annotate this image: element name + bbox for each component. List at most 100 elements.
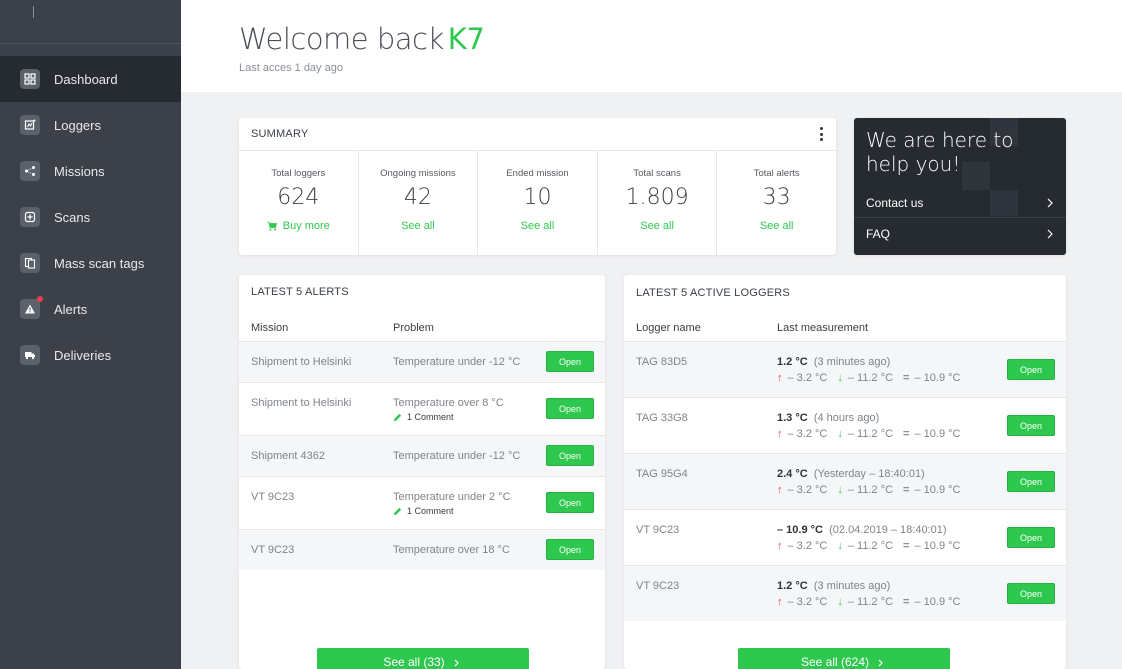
contact-us-link[interactable]: Contact us bbox=[866, 196, 1054, 210]
sidebar-item-dashboard[interactable]: Dashboard bbox=[0, 56, 181, 102]
open-button[interactable]: Open bbox=[1007, 415, 1055, 436]
sidebar-item-loggers[interactable]: Loggers bbox=[0, 102, 181, 148]
table-row: VT 9C23 Temperature over 18 °C Open bbox=[239, 529, 605, 570]
last-access-text: Last acces 1 day ago bbox=[239, 62, 343, 74]
see-all-alerts-button[interactable]: See all (33) bbox=[317, 648, 529, 669]
see-all-link[interactable]: See all bbox=[521, 220, 555, 232]
chevron-right-icon bbox=[1047, 229, 1053, 239]
notification-dot bbox=[37, 296, 43, 302]
see-all-link[interactable]: See all bbox=[401, 220, 435, 232]
table-row: TAG 33G8 1.3 °C (4 hours ago) ↑ – 3.2 °C … bbox=[624, 397, 1066, 453]
stat-value: 33 bbox=[762, 185, 791, 210]
pencil-icon bbox=[393, 413, 402, 421]
logo-mark bbox=[33, 6, 34, 18]
mission-cell: VT 9C23 bbox=[251, 544, 295, 556]
truck-icon bbox=[20, 345, 40, 365]
column-header-last-measurement: Last measurement bbox=[777, 322, 869, 334]
avg-temp: – 10.9 °C bbox=[914, 372, 961, 384]
open-button[interactable]: Open bbox=[546, 492, 594, 513]
sidebar-nav: Dashboard Loggers Missions Scans Mass sc… bbox=[0, 56, 181, 378]
current-temperature: 1.2 °C (3 minutes ago) bbox=[777, 580, 970, 592]
open-button[interactable]: Open bbox=[546, 445, 594, 466]
buy-more-label: Buy more bbox=[282, 220, 330, 232]
avg-temp: – 10.9 °C bbox=[914, 428, 961, 440]
problem-text: Temperature under 2 °C bbox=[393, 491, 511, 503]
problem-cell: Temperature under -12 °C bbox=[393, 450, 521, 462]
logger-name-cell: VT 9C23 bbox=[636, 580, 680, 592]
stat-label: Total scans bbox=[633, 168, 681, 179]
stat-label: Total alerts bbox=[753, 168, 800, 179]
sidebar-item-mass-scan-tags[interactable]: Mass scan tags bbox=[0, 240, 181, 286]
stat-label: Total loggers bbox=[271, 168, 326, 179]
comment-link[interactable]: 1 Comment bbox=[393, 412, 504, 422]
open-button[interactable]: Open bbox=[546, 351, 594, 372]
open-button[interactable]: Open bbox=[546, 539, 594, 560]
measurement-cell: 1.3 °C (4 hours ago) ↑ – 3.2 °C ↓ – 11.2 °… bbox=[777, 412, 970, 440]
min-temp: – 11.2 °C bbox=[847, 484, 894, 496]
logger-name-cell: TAG 83D5 bbox=[636, 356, 688, 368]
help-title-line: We are here to bbox=[866, 128, 1014, 152]
open-button[interactable]: Open bbox=[1007, 471, 1055, 492]
latest-alerts-card: LATEST 5 ALERTS Mission Problem Shipment… bbox=[239, 275, 605, 669]
logger-name-cell: TAG 33G8 bbox=[636, 412, 688, 424]
see-all-loggers-button[interactable]: See all (624) bbox=[738, 648, 950, 669]
column-header-logger-name: Logger name bbox=[636, 322, 701, 334]
temp-stats: ↑ – 3.2 °C ↓ – 11.2 °C = – 10.9 °C bbox=[777, 596, 970, 608]
problem-cell: Temperature over 8 °C 1 Comment bbox=[393, 397, 504, 422]
open-button[interactable]: Open bbox=[1007, 583, 1055, 604]
sidebar-item-label: Missions bbox=[54, 163, 105, 179]
faq-link[interactable]: FAQ bbox=[866, 227, 1054, 241]
temp-value: 1.2 °C bbox=[777, 580, 808, 592]
more-options-icon[interactable] bbox=[818, 127, 824, 141]
temp-time: (3 minutes ago) bbox=[813, 356, 891, 368]
logger-name-cell: TAG 95G4 bbox=[636, 468, 688, 480]
stat-ended-mission: Ended mission 10 See all bbox=[478, 151, 598, 255]
comment-link[interactable]: 1 Comment bbox=[393, 506, 511, 516]
arrow-up-icon: ↑ bbox=[777, 484, 783, 496]
sidebar-item-label: Dashboard bbox=[54, 71, 118, 87]
max-temp: – 3.2 °C bbox=[787, 540, 828, 552]
alerts-title: LATEST 5 ALERTS bbox=[251, 286, 349, 298]
arrow-down-icon: ↓ bbox=[837, 540, 843, 552]
stat-label: Ended mission bbox=[506, 168, 569, 179]
table-row: VT 9C23 1.2 °C (3 minutes ago) ↑ – 3.2 °C… bbox=[624, 565, 1066, 621]
see-all-link[interactable]: See all bbox=[760, 220, 794, 232]
current-temperature: 1.3 °C (4 hours ago) bbox=[777, 412, 970, 424]
current-temperature: 2.4 °C (Yesterday – 18:40:01) bbox=[777, 468, 970, 480]
see-all-link[interactable]: See all bbox=[640, 220, 674, 232]
stat-total-scans: Total scans 1.809 See all bbox=[598, 151, 718, 255]
open-button[interactable]: Open bbox=[1007, 527, 1055, 548]
pencil-icon bbox=[393, 507, 402, 515]
open-button[interactable]: Open bbox=[546, 398, 594, 419]
loggers-title: LATEST 5 ACTIVE LOGGERS bbox=[636, 287, 790, 299]
cart-icon bbox=[267, 221, 277, 231]
sidebar-item-missions[interactable]: Missions bbox=[0, 148, 181, 194]
sidebar-item-label: Scans bbox=[54, 209, 91, 225]
temp-time: (4 hours ago) bbox=[813, 412, 880, 424]
table-row: VT 9C23 Temperature under 2 °C 1 Comment… bbox=[239, 476, 605, 529]
column-header-mission: Mission bbox=[251, 322, 289, 334]
sidebar-item-scans[interactable]: Scans bbox=[0, 194, 181, 240]
min-temp: – 11.2 °C bbox=[847, 540, 894, 552]
chevron-right-icon bbox=[1047, 198, 1053, 208]
measurement-cell: 1.2 °C (3 minutes ago) ↑ – 3.2 °C ↓ – 11.2… bbox=[777, 356, 970, 384]
welcome-text: Welcome back bbox=[239, 22, 444, 56]
logo-area bbox=[0, 0, 181, 44]
problem-cell: Temperature under -12 °C bbox=[393, 356, 521, 368]
equals-icon: = bbox=[903, 596, 910, 608]
sidebar-item-deliveries[interactable]: Deliveries bbox=[0, 332, 181, 378]
buy-more-link[interactable]: Buy more bbox=[267, 220, 330, 232]
current-temperature: 1.2 °C (3 minutes ago) bbox=[777, 356, 970, 368]
avg-temp: – 10.9 °C bbox=[914, 484, 961, 496]
mission-cell: Shipment 4362 bbox=[251, 450, 325, 462]
avg-temp: – 10.9 °C bbox=[914, 540, 961, 552]
open-button[interactable]: Open bbox=[1007, 359, 1055, 380]
table-row: TAG 83D5 1.2 °C (3 minutes ago) ↑ – 3.2 °… bbox=[624, 341, 1066, 397]
arrow-down-icon: ↓ bbox=[837, 596, 843, 608]
arrow-up-icon: ↑ bbox=[777, 540, 783, 552]
problem-text: Temperature over 8 °C bbox=[393, 397, 504, 409]
sidebar-item-alerts[interactable]: Alerts bbox=[0, 286, 181, 332]
temp-value: 1.2 °C bbox=[777, 356, 808, 368]
page-title: Welcome back K7 bbox=[239, 22, 485, 56]
min-temp: – 11.2 °C bbox=[847, 372, 894, 384]
